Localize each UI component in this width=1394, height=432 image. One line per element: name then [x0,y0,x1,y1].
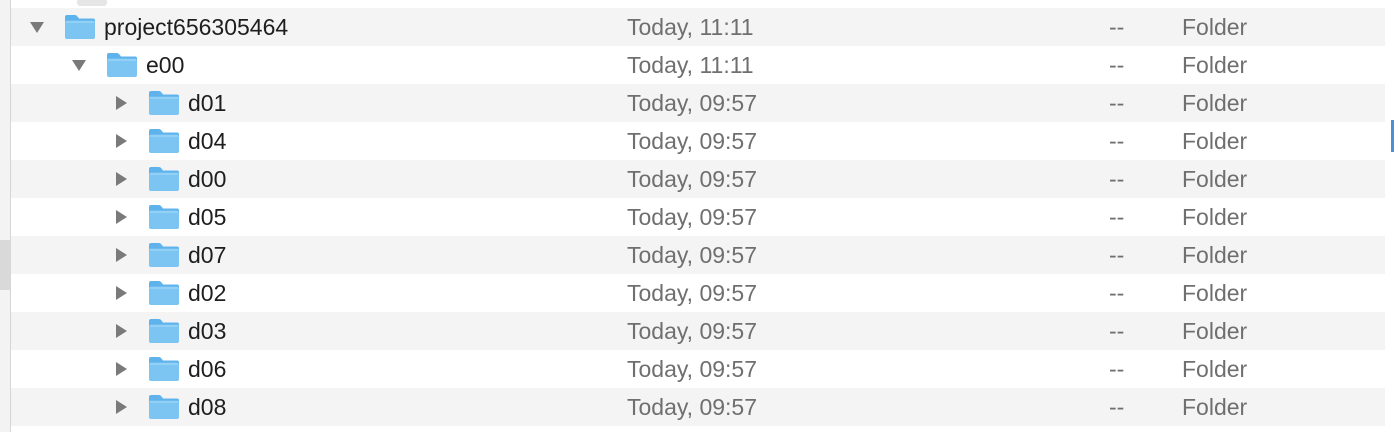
name-cell: d05 [11,198,615,236]
name-cell: e00 [11,46,615,84]
file-row[interactable]: d02 Today, 09:57 -- Folder [11,274,1385,312]
disclosure-triangle-right-icon[interactable] [111,207,131,227]
file-row[interactable]: e00 Today, 11:11 -- Folder [11,46,1385,84]
disclosure-triangle-right-icon[interactable] [111,245,131,265]
date-modified: Today, 11:11 [627,13,754,40]
file-size: -- [1109,165,1125,192]
disclosure-triangle-down-icon[interactable] [69,55,89,75]
disclosure-triangle-down-icon[interactable] [27,17,47,37]
file-row[interactable]: d00 Today, 09:57 -- Folder [11,160,1385,198]
sidebar-edge-knob [0,240,10,290]
file-kind: Folder [1182,89,1248,116]
folder-icon [148,128,180,154]
file-size: -- [1109,317,1125,344]
name-cell: d00 [11,160,615,198]
file-kind: Folder [1182,51,1248,78]
file-kind: Folder [1182,127,1248,154]
folder-icon [64,14,96,40]
file-name: d06 [188,355,227,382]
file-row[interactable]: d04 Today, 09:57 -- Folder [11,122,1385,160]
file-size: -- [1109,241,1125,268]
folder-icon [148,280,180,306]
date-modified: Today, 09:57 [627,89,758,116]
disclosure-triangle-right-icon[interactable] [111,169,131,189]
file-kind: Folder [1182,203,1248,230]
file-name: d07 [188,241,227,268]
file-kind: Folder [1182,317,1248,344]
folder-icon [148,90,180,116]
date-modified: Today, 09:57 [627,241,758,268]
disclosure-triangle-right-icon[interactable] [111,93,131,113]
file-name: d08 [188,393,227,420]
file-name: d02 [188,279,227,306]
file-row[interactable]: d01 Today, 09:57 -- Folder [11,84,1385,122]
file-row[interactable]: d07 Today, 09:57 -- Folder [11,236,1385,274]
name-cell: project656305464 [11,8,615,46]
folder-icon [148,166,180,192]
name-cell: d08 [11,388,615,426]
disclosure-triangle-right-icon[interactable] [111,359,131,379]
file-size: -- [1109,393,1125,420]
scrollbar-track[interactable] [1385,0,1394,432]
date-modified: Today, 09:57 [627,165,758,192]
file-name: e00 [146,51,185,78]
date-modified: Today, 09:57 [627,279,758,306]
date-modified: Today, 09:57 [627,127,758,154]
file-name: project656305464 [104,13,289,40]
folder-icon [148,204,180,230]
name-cell: d02 [11,274,615,312]
date-modified: Today, 09:57 [627,393,758,420]
file-row[interactable]: d08 Today, 09:57 -- Folder [11,388,1385,426]
file-name: d00 [188,165,227,192]
name-cell: d01 [11,84,615,122]
disclosure-triangle-right-icon[interactable] [111,283,131,303]
file-name: d04 [188,127,227,154]
folder-icon [148,356,180,382]
disclosure-triangle-right-icon[interactable] [111,321,131,341]
name-cell: d04 [11,122,615,160]
file-row[interactable]: project656305464 Today, 11:11 -- Folder [11,8,1385,46]
file-name: d03 [188,317,227,344]
file-list: project656305464 Today, 11:11 -- Folder e00 T… [11,8,1385,426]
file-size: -- [1109,89,1125,116]
file-size: -- [1109,51,1125,78]
date-modified: Today, 09:57 [627,317,758,344]
file-size: -- [1109,355,1125,382]
file-row[interactable]: d03 Today, 09:57 -- Folder [11,312,1385,350]
name-cell: d03 [11,312,615,350]
file-kind: Folder [1182,13,1248,40]
folder-icon [148,242,180,268]
disclosure-triangle-right-icon[interactable] [111,397,131,417]
name-cell: d06 [11,350,615,388]
file-kind: Folder [1182,165,1248,192]
disclosure-triangle-right-icon[interactable] [111,131,131,151]
file-size: -- [1109,127,1125,154]
folder-icon [148,318,180,344]
file-name: d01 [188,89,227,116]
file-size: -- [1109,279,1125,306]
date-modified: Today, 09:57 [627,355,758,382]
file-size: -- [1109,13,1125,40]
finder-list-view: project656305464 Today, 11:11 -- Folder e00 T… [0,0,1394,432]
name-cell: d07 [11,236,615,274]
date-modified: Today, 09:57 [627,203,758,230]
file-kind: Folder [1182,355,1248,382]
file-name: d05 [188,203,227,230]
folder-icon [106,52,138,78]
file-kind: Folder [1182,279,1248,306]
file-kind: Folder [1182,393,1248,420]
sidebar-edge [0,0,11,432]
clipped-previous-row [11,0,1385,8]
file-row[interactable]: d05 Today, 09:57 -- Folder [11,198,1385,236]
clipped-icon [77,0,107,6]
file-kind: Folder [1182,241,1248,268]
folder-icon [148,394,180,420]
file-size: -- [1109,203,1125,230]
file-row[interactable]: d06 Today, 09:57 -- Folder [11,350,1385,388]
date-modified: Today, 11:11 [627,51,754,78]
